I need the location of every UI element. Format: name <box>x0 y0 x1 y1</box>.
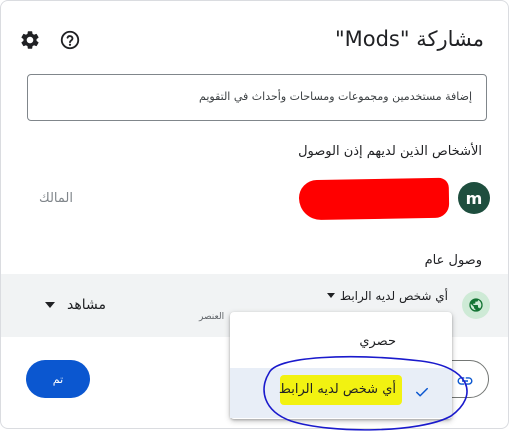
role-select[interactable]: مشاهد <box>67 297 106 313</box>
gear-icon[interactable] <box>19 29 41 51</box>
chevron-down-icon[interactable] <box>45 302 55 308</box>
share-dialog: مشاركة "Mods" إضافة مستخدمين ومجموعات وم… <box>0 0 509 431</box>
menu-item-anyone-with-link[interactable]: أي شخص لديه الرابط <box>230 368 452 418</box>
add-people-placeholder: إضافة مستخدمين ومجموعات ومساحات وأحداث ف… <box>199 90 472 103</box>
check-icon <box>416 387 428 397</box>
general-access-menu: حصري أي شخص لديه الرابط <box>230 312 452 419</box>
link-icon <box>457 377 473 385</box>
general-access-select[interactable]: أي شخص لديه الرابط <box>340 289 448 303</box>
done-button-label: تم <box>52 372 64 386</box>
dialog-title: مشاركة "Mods" <box>334 27 484 51</box>
general-access-hint: العنصر <box>199 312 225 322</box>
done-button[interactable]: تم <box>26 360 90 398</box>
globe-icon <box>462 291 490 319</box>
menu-item-restricted[interactable]: حصري <box>230 318 452 368</box>
avatar: m <box>458 182 490 214</box>
help-icon[interactable] <box>59 29 81 51</box>
menu-item-label: أي شخص لديه الرابط <box>278 382 396 397</box>
people-with-access-label: الأشخاص الذين لديهم إذن الوصول <box>298 144 482 159</box>
chevron-down-icon[interactable] <box>327 293 335 298</box>
general-access-label: وصول عام <box>424 253 482 268</box>
owner-role-label: المالك <box>39 191 73 206</box>
avatar-letter: m <box>465 188 483 208</box>
add-people-input[interactable]: إضافة مستخدمين ومجموعات ومساحات وأحداث ف… <box>27 74 487 121</box>
redacted-user-name <box>298 177 450 221</box>
menu-item-label: حصري <box>359 334 396 349</box>
